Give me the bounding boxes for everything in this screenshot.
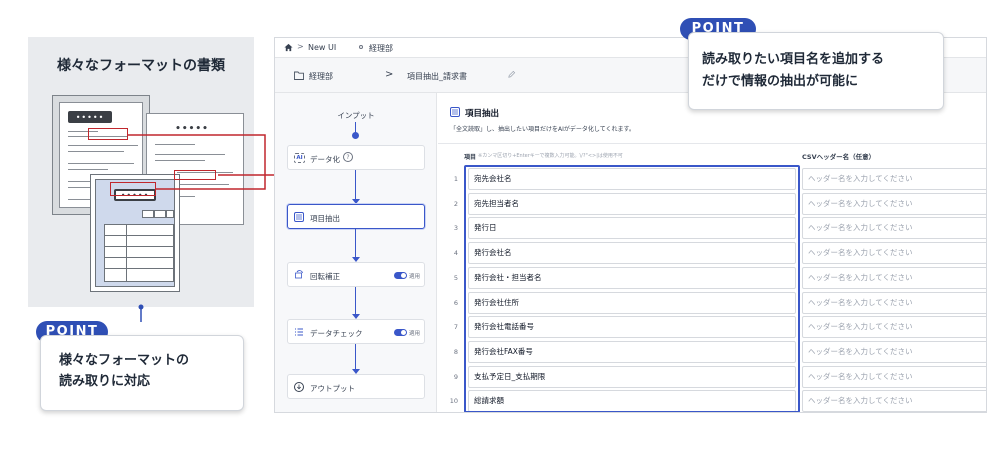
callout-left-line2: 読み取りに対応 (59, 374, 151, 389)
column-header-csv: CSVヘッダー名（任意） (802, 153, 876, 161)
chevron-right-icon: > (297, 42, 304, 51)
csv-header-input[interactable]: ヘッダー名を入力してください (802, 192, 986, 215)
flow-step-item-extraction[interactable]: 項目抽出 (287, 204, 425, 229)
column-header-item-hint: ※カンマ区切り+Enterキーで複数入力可能。\/?"<>|は使用不可 (478, 153, 623, 159)
csv-header-input[interactable]: ヘッダー名を入力してください (802, 340, 986, 363)
home-icon[interactable] (284, 43, 293, 52)
csv-header-input[interactable]: ヘッダー名を入力してください (802, 168, 986, 190)
row-number: 4 (453, 249, 458, 258)
row-number: 8 (453, 347, 458, 356)
flow-step-label: 項目抽出 (310, 214, 340, 223)
section-description: 「全文読取」し、抽出したい項目だけをAIがデータ化してくれます。 (450, 126, 635, 133)
row-number: 10 (449, 397, 458, 406)
callout-right-line2: だけで情報の抽出が可能に (702, 74, 859, 89)
callout-right-line1: 読み取りたい項目名を追加する (702, 52, 885, 67)
checklist-icon (294, 327, 304, 337)
csv-header-input[interactable]: ヘッダー名を入力してください (802, 291, 986, 314)
csv-header-input[interactable]: ヘッダー名を入力してください (802, 390, 986, 412)
row-number: 1 (453, 175, 458, 183)
callout-left-line1: 様々なフォーマットの (59, 353, 190, 368)
point-callout-left: 様々なフォーマットの 読み取りに対応 (40, 335, 244, 411)
csv-header-input[interactable]: ヘッダー名を入力してください (802, 316, 986, 339)
rotate-icon (294, 270, 304, 280)
row-number: 3 (453, 224, 458, 233)
workflow-sidebar: インプット AI データ化 ? 項目抽出 回転補正 適用 データチェック 適用 … (275, 93, 437, 412)
row-number: 6 (453, 298, 458, 307)
row-number: 5 (453, 273, 458, 282)
flow-step-label: 回転補正 (310, 272, 340, 281)
chevron-right-icon: > (385, 69, 394, 80)
folder-icon (294, 71, 304, 80)
download-icon (294, 382, 304, 392)
apply-toggle[interactable] (394, 272, 407, 279)
flow-step-label: データチェック (310, 329, 363, 338)
flow-step-label: アウトプット (310, 384, 355, 393)
item-extraction-panel: 項目抽出 「全文読取」し、抽出したい項目だけをAIがデータ化してくれます。 項目… (438, 93, 986, 412)
row-number: 2 (453, 199, 458, 208)
row-number: 7 (453, 323, 458, 332)
csv-header-input[interactable]: ヘッダー名を入力してください (802, 217, 986, 240)
header-folder-name[interactable]: 経理部 (309, 71, 333, 82)
header-title: 項目抽出_請求書 (407, 72, 467, 81)
flow-start-dot (352, 132, 359, 139)
toggle-label: 適用 (409, 331, 421, 337)
csv-header-input[interactable]: ヘッダー名を入力してください (802, 242, 986, 265)
section-title: 項目抽出 (465, 109, 500, 119)
point-callout-right: 読み取りたい項目名を追加する だけで情報の抽出が可能に (688, 32, 944, 110)
flow-step-data-check[interactable]: データチェック 適用 (287, 319, 425, 344)
flow-input-label: インプット (337, 111, 375, 120)
flow-step-data-conversion[interactable]: AI データ化 ? (287, 145, 425, 170)
csv-header-input[interactable]: ヘッダー名を入力してください (802, 365, 986, 388)
toggle-label: 適用 (409, 274, 421, 280)
flow-step-label: データ化 (310, 155, 340, 164)
row-number: 9 (453, 372, 458, 381)
breadcrumb-current[interactable]: 経理部 (369, 43, 393, 54)
edit-icon[interactable] (507, 70, 516, 79)
help-icon[interactable]: ? (343, 152, 353, 162)
dot-separator-icon (359, 45, 363, 49)
flow-step-rotation-correction[interactable]: 回転補正 適用 (287, 262, 425, 287)
ai-icon: AI (294, 153, 305, 163)
flow-step-output[interactable]: アウトプット (287, 374, 425, 399)
list-icon (294, 212, 304, 222)
apply-toggle[interactable] (394, 329, 407, 336)
column-header-item: 項目 (464, 154, 477, 161)
csv-header-input[interactable]: ヘッダー名を入力してください (802, 266, 986, 289)
list-icon (450, 107, 460, 117)
breadcrumb-home[interactable]: New UI (308, 43, 336, 52)
item-column-highlight (464, 165, 800, 412)
